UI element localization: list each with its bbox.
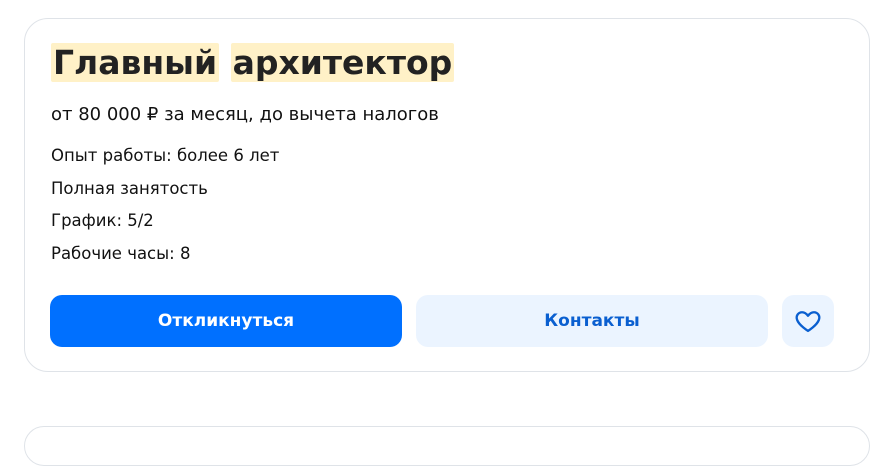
apply-button-label: Откликнуться (157, 311, 295, 331)
heart-icon (794, 307, 822, 335)
title-word-highlight: Главный (51, 43, 220, 82)
vacancy-title[interactable]: Главный архитектор (51, 41, 455, 85)
experience-text: Опыт работы: более 6 лет (51, 146, 280, 165)
contacts-button-label: Контакты (544, 311, 640, 331)
next-vacancy-card (24, 426, 870, 466)
employment-type-text: Полная занятость (51, 179, 208, 198)
vacancy-card: Главный архитектор от 80 000 ₽ за месяц,… (24, 18, 870, 372)
apply-button[interactable]: Откликнуться (50, 295, 402, 347)
salary-text: от 80 000 ₽ за месяц, до вычета налогов (51, 104, 439, 125)
schedule-text: График: 5/2 (51, 211, 154, 230)
working-hours-text: Рабочие часы: 8 (51, 244, 191, 263)
title-word-highlight: архитектор (230, 43, 455, 82)
favorite-button[interactable] (782, 295, 834, 347)
contacts-button[interactable]: Контакты (416, 295, 768, 347)
